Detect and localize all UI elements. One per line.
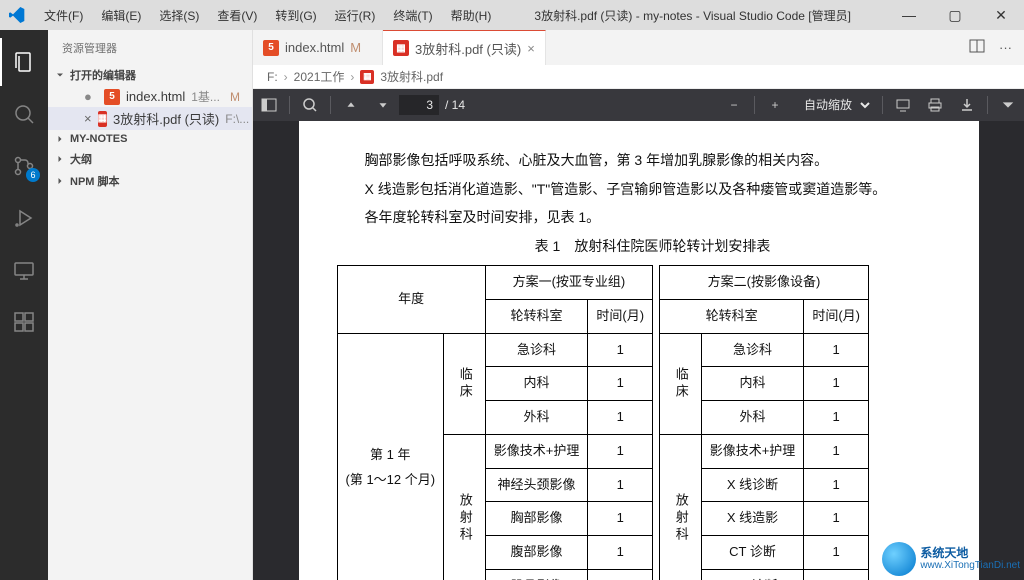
section-label: NPM 脚本	[70, 173, 120, 189]
file-path-hint: 1基...	[191, 88, 220, 105]
pdf-page: 胸部影像包括呼吸系统、心脏及大血管，第 3 年增加乳腺影像的相关内容。 X 线造…	[299, 121, 979, 580]
close-button[interactable]: ✕	[978, 0, 1024, 30]
open-editors-label: 打开的编辑器	[70, 67, 136, 83]
schedule-table-left: 年度 方案一(按亚专业组) 轮转科室时间(月) 第 1 年 (第 1～12 个月…	[337, 265, 654, 580]
minimize-button[interactable]: —	[886, 0, 932, 30]
modified-indicator: M	[350, 40, 361, 55]
tab-label: index.html	[285, 40, 344, 55]
activity-scm-icon[interactable]: 6	[0, 142, 48, 190]
activity-debug-icon[interactable]	[0, 194, 48, 242]
activity-search-icon[interactable]	[0, 90, 48, 138]
section-label: 大纲	[70, 151, 92, 167]
menu-help[interactable]: 帮助(H)	[443, 3, 500, 28]
scm-badge: 6	[26, 168, 40, 182]
pdf-file-icon: ▦	[393, 40, 409, 56]
chevron-right-icon: ›	[284, 70, 288, 84]
menu-run[interactable]: 运行(R)	[327, 3, 384, 28]
tab-pdf[interactable]: ▦ 3放射科.pdf (只读) ×	[383, 30, 546, 65]
menu-file[interactable]: 文件(F)	[36, 3, 91, 28]
paragraph: 胸部影像包括呼吸系统、心脏及大血管，第 3 年增加乳腺影像的相关内容。	[337, 147, 941, 174]
pdf-toolbar: / 14 − + 自动缩放	[253, 89, 1024, 121]
toggle-sidebar-icon[interactable]	[253, 89, 285, 121]
zoom-select[interactable]: 自动缩放	[795, 93, 874, 117]
open-editors-header[interactable]: 打开的编辑器	[48, 64, 252, 86]
zoom-out-icon[interactable]: −	[718, 89, 750, 121]
print-icon[interactable]	[919, 89, 951, 121]
watermark-globe-icon	[882, 542, 916, 576]
editor-area: 5 index.html M ▦ 3放射科.pdf (只读) × ··· F: …	[253, 30, 1024, 580]
modified-indicator: M	[230, 90, 248, 104]
explorer-sidebar: 资源管理器 打开的编辑器 ● 5 index.html 1基... M × ▦ …	[48, 30, 253, 580]
section-mynotes[interactable]: MY-NOTES	[48, 130, 252, 148]
breadcrumb-seg[interactable]: 2021工作	[294, 68, 345, 85]
activity-bar: 6	[0, 30, 48, 580]
presentation-icon[interactable]	[887, 89, 919, 121]
html-file-icon: 5	[263, 40, 279, 56]
breadcrumb-seg[interactable]: F:	[267, 70, 278, 84]
vscode-logo-icon	[8, 6, 26, 24]
editor-tabs: 5 index.html M ▦ 3放射科.pdf (只读) × ···	[253, 30, 1024, 65]
section-outline[interactable]: 大纲	[48, 148, 252, 170]
menu-bar: 文件(F) 编辑(E) 选择(S) 查看(V) 转到(G) 运行(R) 终端(T…	[36, 3, 499, 28]
open-editor-item-html[interactable]: ● 5 index.html 1基... M	[48, 86, 252, 107]
file-name: index.html	[126, 89, 185, 104]
tab-label: 3放射科.pdf (只读)	[415, 39, 521, 58]
menu-view[interactable]: 查看(V)	[209, 3, 265, 28]
html-file-icon: 5	[104, 89, 120, 105]
menu-edit[interactable]: 编辑(E)	[93, 3, 149, 28]
close-icon[interactable]: ×	[84, 111, 92, 126]
split-editor-icon[interactable]	[969, 38, 985, 57]
title-bar: 文件(F) 编辑(E) 选择(S) 查看(V) 转到(G) 运行(R) 终端(T…	[0, 0, 1024, 30]
pdf-file-icon: ▦	[98, 111, 107, 127]
more-actions-icon[interactable]: ···	[999, 40, 1012, 55]
breadcrumb[interactable]: F: › 2021工作 › ▦ 3放射科.pdf	[253, 65, 1024, 89]
close-tab-icon[interactable]: ×	[527, 41, 535, 56]
maximize-button[interactable]: ▢	[932, 0, 978, 30]
menu-terminal[interactable]: 终端(T)	[385, 3, 440, 28]
file-path-hint: F:\...	[225, 112, 249, 126]
window-title: 3放射科.pdf (只读) - my-notes - Visual Studio…	[499, 7, 886, 24]
download-icon[interactable]	[951, 89, 983, 121]
prev-page-icon[interactable]	[335, 89, 367, 121]
page-number-input[interactable]	[399, 95, 439, 115]
watermark: 系统天地 www.XiTongTianDi.net	[882, 542, 1020, 576]
activity-extensions-icon[interactable]	[0, 298, 48, 346]
menu-selection[interactable]: 选择(S)	[151, 3, 207, 28]
tools-icon[interactable]	[992, 89, 1024, 121]
activity-remote-icon[interactable]	[0, 246, 48, 294]
section-npm[interactable]: NPM 脚本	[48, 170, 252, 192]
open-editor-item-pdf[interactable]: × ▦ 3放射科.pdf (只读) F:\...	[48, 107, 252, 130]
menu-go[interactable]: 转到(G)	[267, 3, 324, 28]
paragraph: X 线造影包括消化道造影、"T"管造影、子宫输卵管造影以及各种瘘管或窦道造影等。	[337, 176, 941, 203]
page-total: / 14	[439, 98, 465, 112]
window-controls: — ▢ ✕	[886, 0, 1024, 30]
watermark-url: www.XiTongTianDi.net	[920, 560, 1020, 571]
explorer-title: 资源管理器	[48, 30, 252, 64]
schedule-table-right: 方案二(按影像设备) 轮转科室时间(月) 临床 急诊科1 内科1 外科1 放射科…	[659, 265, 869, 580]
activity-explorer-icon[interactable]	[0, 38, 48, 86]
find-icon[interactable]	[294, 89, 326, 121]
chevron-right-icon: ›	[350, 70, 354, 84]
watermark-title: 系统天地	[920, 547, 1020, 560]
section-label: MY-NOTES	[70, 133, 127, 145]
breadcrumb-seg[interactable]: 3放射科.pdf	[380, 68, 443, 85]
table-title: 表 1 放射科住院医师轮转计划安排表	[337, 233, 941, 260]
tab-index-html[interactable]: 5 index.html M	[253, 30, 383, 65]
file-name: 3放射科.pdf (只读)	[113, 109, 219, 128]
paragraph: 各年度轮转科室及时间安排，见表 1。	[337, 204, 941, 231]
pdf-viewport[interactable]: 胸部影像包括呼吸系统、心脏及大血管，第 3 年增加乳腺影像的相关内容。 X 线造…	[253, 121, 1024, 580]
dirty-dot-icon: ●	[84, 89, 98, 104]
next-page-icon[interactable]	[367, 89, 399, 121]
zoom-in-icon[interactable]: +	[759, 89, 791, 121]
pdf-file-icon: ▦	[360, 70, 374, 84]
